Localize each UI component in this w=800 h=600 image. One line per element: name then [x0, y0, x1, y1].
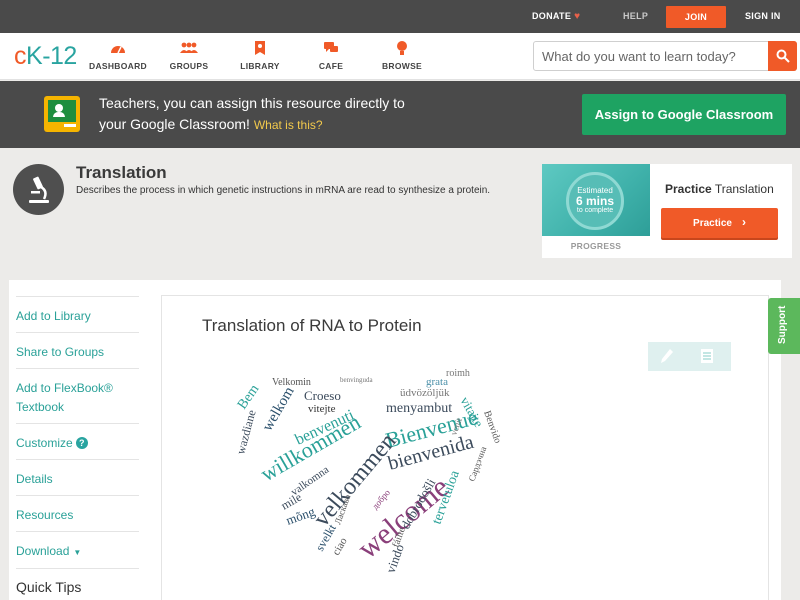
- svg-text:roimh: roimh: [446, 368, 470, 379]
- support-tab[interactable]: Support: [768, 298, 800, 354]
- nav-library[interactable]: LIBRARY: [225, 39, 295, 71]
- pencil-icon[interactable]: [660, 348, 674, 364]
- page-title: Translation: [76, 163, 167, 182]
- classroom-message: Teachers, you can assign this resource d…: [99, 95, 405, 132]
- sidebar: Add to Library Share to Groups Add to Fl…: [9, 280, 151, 600]
- browse-icon: [367, 39, 437, 57]
- sidebar-item-details[interactable]: Details: [16, 459, 139, 489]
- ck12-logo[interactable]: cK-12: [14, 42, 77, 71]
- quick-tips-heading: Quick Tips: [16, 568, 139, 595]
- svg-text:vitejte: vitejte: [308, 403, 336, 415]
- nav-dashboard[interactable]: DASHBOARD: [83, 39, 153, 71]
- heart-icon: ♥: [574, 11, 581, 22]
- sidebar-item-add-to-library[interactable]: Add to Library: [16, 296, 139, 326]
- svg-text:Croeso: Croeso: [304, 388, 341, 403]
- library-icon: [225, 39, 295, 57]
- search-icon: [776, 49, 790, 63]
- progress-label: PROGRESS: [570, 241, 622, 251]
- nav-browse[interactable]: BROWSE: [367, 39, 437, 71]
- sidebar-item-share-to-groups[interactable]: Share to Groups: [16, 332, 139, 362]
- svg-text:Benvido: Benvido: [481, 409, 503, 445]
- main-nav: cK-12 DASHBOARD GROUPS LIBRARY CAFE BROW…: [0, 33, 800, 80]
- practice-progress-image[interactable]: Estimated 6 mins to complete: [542, 164, 650, 236]
- cafe-icon: [296, 39, 366, 57]
- svg-text:benvinguda: benvinguda: [340, 376, 374, 384]
- practice-heading: Practice Translation: [665, 182, 774, 196]
- google-classroom-icon: [44, 96, 80, 132]
- search-box: [533, 41, 797, 71]
- svg-text:wazdiane: wazdiane: [233, 408, 258, 455]
- welcome-word-cloud-image: Velkomin benvinguda Croeso vitejte grata…: [233, 368, 503, 575]
- practice-button[interactable]: Practice ›: [661, 208, 778, 238]
- sign-in-link[interactable]: SIGN IN: [745, 0, 781, 33]
- microscope-icon: [13, 164, 64, 215]
- search-input[interactable]: [534, 42, 770, 70]
- nav-groups[interactable]: GROUPS: [154, 39, 224, 71]
- sidebar-item-add-to-flexbook[interactable]: Add to FlexBook® Textbook: [16, 368, 139, 417]
- svg-text:üdvözöljük: üdvözöljük: [400, 387, 450, 399]
- notes-icon[interactable]: [700, 348, 714, 364]
- sidebar-item-customize[interactable]: Customize?: [16, 423, 139, 453]
- assign-classroom-button[interactable]: Assign to Google Classroom: [582, 94, 786, 135]
- svg-text:welkom: welkom: [260, 384, 298, 434]
- help-icon[interactable]: ?: [75, 437, 88, 449]
- sidebar-item-download[interactable]: Download ▼: [16, 531, 139, 562]
- svg-text:Velkomin: Velkomin: [272, 377, 311, 388]
- sidebar-item-resources[interactable]: Resources: [16, 495, 139, 525]
- classroom-banner: Teachers, you can assign this resource d…: [0, 81, 800, 148]
- estimate-badge: Estimated 6 mins to complete: [566, 172, 624, 230]
- svg-text:Bem: Bem: [235, 382, 263, 412]
- annotation-toolbar: [648, 342, 731, 371]
- nav-cafe[interactable]: CAFE: [296, 39, 366, 71]
- help-link[interactable]: HELP: [623, 0, 648, 33]
- resource-title: Translation of RNA to Protein: [202, 316, 422, 335]
- top-bar: DONATE ♥ HELP JOIN SIGN IN: [0, 0, 800, 33]
- join-button[interactable]: JOIN: [666, 6, 726, 28]
- chevron-right-icon: ›: [741, 215, 746, 229]
- caret-down-icon: ▼: [73, 548, 82, 557]
- dashboard-icon: [83, 39, 153, 57]
- donate-link[interactable]: DONATE ♥: [532, 0, 580, 33]
- groups-icon: [154, 39, 224, 57]
- practice-card: Estimated 6 mins to complete PROGRESS Pr…: [542, 164, 792, 258]
- what-is-this-link[interactable]: What is this?: [254, 118, 323, 132]
- concept-description: Describes the process in which genetic i…: [76, 185, 491, 196]
- search-button[interactable]: [768, 41, 797, 71]
